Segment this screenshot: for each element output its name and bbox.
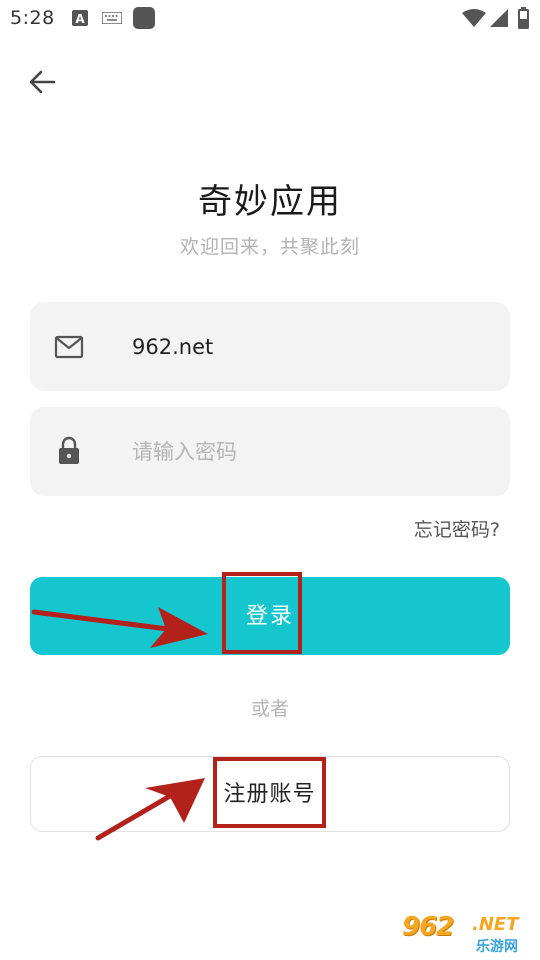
wifi-icon xyxy=(462,9,486,27)
password-input[interactable] xyxy=(132,407,482,496)
battery-icon xyxy=(518,7,529,29)
site-watermark: 962 .NET 乐游网 xyxy=(402,912,538,958)
app-title: 奇妙应用 xyxy=(198,182,342,222)
email-input[interactable] xyxy=(132,302,482,391)
or-divider: 或者 xyxy=(250,698,289,720)
app-subtitle: 欢迎回来，共聚此刻 xyxy=(179,236,360,258)
register-button[interactable]: 注册账号 xyxy=(30,756,510,832)
keyboard-icon xyxy=(102,12,122,24)
login-screen: 5:28 A 奇妙应用 欢迎回来，共聚此刻 962.net 忘记密码? 登录 或… xyxy=(0,0,540,960)
svg-text:A: A xyxy=(75,12,85,26)
arrow-left-icon xyxy=(29,70,56,94)
a-keyboard-notification-icon: A xyxy=(72,10,88,26)
email-field[interactable] xyxy=(30,302,510,391)
forgot-password-link[interactable]: 忘记密码? xyxy=(414,515,500,542)
status-time: 5:28 xyxy=(10,7,55,29)
watermark-suffix: .NET xyxy=(472,914,519,935)
password-field[interactable] xyxy=(30,407,510,496)
mail-icon xyxy=(54,335,84,359)
login-button[interactable]: 登录 xyxy=(30,577,510,655)
register-label: 注册账号 xyxy=(223,781,316,806)
lock-icon xyxy=(59,436,79,464)
watermark-sub: 乐游网 xyxy=(476,939,518,955)
status-bar: 5:28 A xyxy=(0,0,540,38)
login-label: 登录 xyxy=(245,603,294,628)
watermark-main: 962 xyxy=(402,912,454,942)
signal-icon xyxy=(490,9,508,27)
back-button[interactable] xyxy=(24,64,60,100)
app-notification-icon xyxy=(133,7,155,29)
